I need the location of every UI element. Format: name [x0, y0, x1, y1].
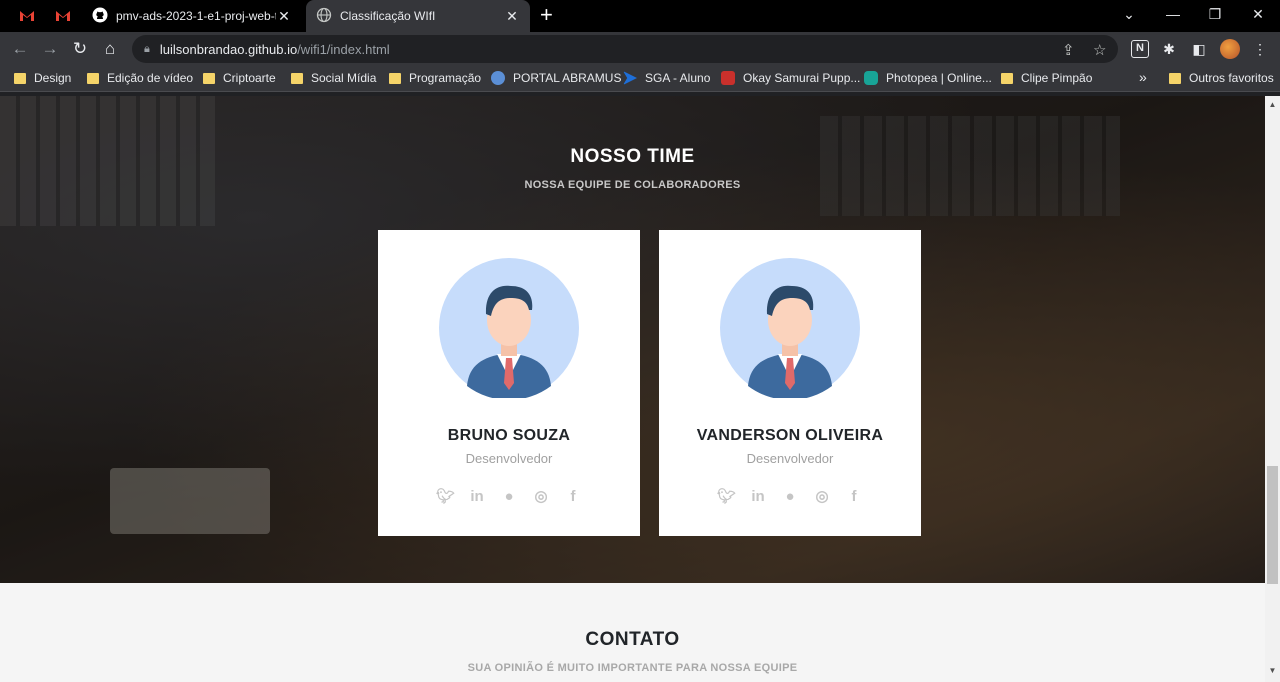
- folder-icon: [1169, 72, 1181, 84]
- team-card: VANDERSON OLIVEIRA Desenvolvedor 🐦︎ in ●…: [659, 230, 921, 536]
- bookmark-label: SGA - Aluno: [645, 71, 711, 85]
- tab-active[interactable]: Classificação WIfI ✕: [306, 0, 530, 32]
- gmail-icon[interactable]: [54, 7, 72, 25]
- overflow-chevron-icon: »: [1139, 69, 1147, 85]
- sga-icon: [623, 71, 637, 85]
- github-icon: [92, 7, 108, 26]
- instagram-icon[interactable]: ◎: [813, 488, 831, 506]
- team-subtitle: NOSSA EQUIPE DE COLABORADORES: [524, 179, 741, 191]
- reload-icon[interactable]: ↻: [68, 37, 92, 61]
- folder-icon: [14, 72, 26, 84]
- globe-icon: [316, 7, 332, 26]
- new-tab-button[interactable]: +: [540, 4, 553, 26]
- github-icon[interactable]: ●: [781, 488, 799, 506]
- photopea-icon: [864, 71, 878, 85]
- folder-icon: [1001, 72, 1013, 84]
- tab-title: Classificação WIfI: [340, 9, 436, 23]
- member-role: Desenvolvedor: [465, 451, 553, 466]
- bookmark-label: Design: [34, 71, 72, 85]
- member-name: VANDERSON OLIVEIRA: [696, 427, 884, 444]
- bookmark-clipe-pimpao[interactable]: Clipe Pimpão: [1001, 71, 1092, 85]
- bookmark-label: Social Mídia: [311, 71, 377, 85]
- bookmark-okay-samurai[interactable]: Okay Samurai Pupp...: [721, 71, 860, 85]
- team-section: NOSSO TIME NOSSA EQUIPE DE COLABORADORES…: [0, 96, 1265, 583]
- profile-avatar[interactable]: [1220, 39, 1240, 59]
- folder-icon: [203, 72, 215, 84]
- social-links: 🐦︎ in ● ◎ f: [659, 488, 921, 506]
- facebook-icon[interactable]: f: [564, 488, 582, 506]
- scroll-up-icon[interactable]: ▲: [1265, 100, 1280, 109]
- bookmark-sga-aluno[interactable]: SGA - Aluno: [623, 71, 710, 85]
- home-icon[interactable]: ⌂: [98, 37, 122, 61]
- team-card: BRUNO SOUZA Desenvolvedor 🐦︎ in ● ◎ f: [378, 230, 640, 536]
- bookmark-social-midia[interactable]: Social Mídia: [291, 71, 376, 85]
- tab-strip: pmv-ads-2023-1-e1-proj-web-t1 ✕ Classifi…: [0, 0, 1280, 32]
- restore-button[interactable]: ❐: [1200, 6, 1230, 23]
- avatar: [439, 258, 579, 398]
- bookmark-label: Criptoarte: [223, 71, 276, 85]
- page-viewport: NOSSO TIME NOSSA EQUIPE DE COLABORADORES…: [0, 96, 1265, 682]
- bookmark-label: Outros favoritos: [1189, 71, 1274, 85]
- tab-github[interactable]: pmv-ads-2023-1-e1-proj-web-t1 ✕: [82, 0, 302, 32]
- share-icon[interactable]: ⇪: [1062, 41, 1075, 59]
- bookmark-label: Photopea | Online...: [886, 71, 992, 85]
- linkedin-icon[interactable]: in: [468, 488, 486, 506]
- bookmark-photopea[interactable]: Photopea | Online...: [864, 71, 992, 85]
- twitter-icon[interactable]: 🐦︎: [717, 488, 736, 506]
- bookmark-label: Edição de vídeo: [107, 71, 194, 85]
- avatar: [720, 258, 860, 398]
- folder-icon: [389, 72, 401, 84]
- bookmark-edicao-video[interactable]: Edição de vídeo: [87, 71, 193, 85]
- member-name: BRUNO SOUZA: [447, 427, 571, 444]
- contact-title: CONTATO: [585, 629, 680, 650]
- facebook-icon[interactable]: f: [845, 488, 863, 506]
- bookmark-design[interactable]: Design: [14, 71, 71, 85]
- instagram-icon[interactable]: ◎: [532, 488, 550, 506]
- folder-icon: [87, 72, 99, 84]
- bookmark-criptoarte[interactable]: Criptoarte: [203, 71, 276, 85]
- close-window-button[interactable]: ✕: [1243, 6, 1273, 23]
- bookmark-outros-favoritos[interactable]: Outros favoritos: [1169, 71, 1274, 85]
- minimize-button[interactable]: —: [1158, 6, 1188, 22]
- bookmark-portal-abramus[interactable]: PORTAL ABRAMUS: [491, 71, 621, 85]
- bookmark-label: PORTAL ABRAMUS: [513, 71, 622, 85]
- tab-title: pmv-ads-2023-1-e1-proj-web-t1: [116, 9, 276, 23]
- scrollbar-thumb[interactable]: [1267, 466, 1278, 584]
- gmail-icon[interactable]: [18, 7, 36, 25]
- bookmark-programacao[interactable]: Programação: [389, 71, 481, 85]
- bookmarks-bar: Design Edição de vídeo Criptoarte Social…: [0, 66, 1280, 92]
- scroll-down-icon[interactable]: ▼: [1265, 666, 1280, 675]
- url-path: /wifi1/index.html: [297, 41, 390, 57]
- github-icon[interactable]: ●: [500, 488, 518, 506]
- contact-subtitle: SUA OPINIÃO É MUITO IMPORTANTE PARA NOSS…: [467, 662, 798, 674]
- member-role: Desenvolvedor: [746, 451, 834, 466]
- browser-toolbar: ← → ↻ ⌂ 🔒︎ luilsonbrandao.github.io/wifi…: [0, 32, 1280, 66]
- side-panel-icon[interactable]: ◧: [1190, 40, 1208, 58]
- okay-samurai-icon: [721, 71, 735, 85]
- bookmark-label: Programação: [409, 71, 482, 85]
- abramus-icon: [491, 71, 505, 85]
- menu-icon[interactable]: ⋮: [1251, 40, 1269, 58]
- folder-icon: [291, 72, 303, 84]
- social-links: 🐦︎ in ● ◎ f: [378, 488, 640, 506]
- back-icon[interactable]: ←: [8, 37, 32, 61]
- twitter-icon[interactable]: 🐦︎: [436, 488, 455, 506]
- address-bar[interactable]: 🔒︎ luilsonbrandao.github.io/wifi1/index.…: [132, 35, 1118, 63]
- bookmarks-overflow[interactable]: »: [1139, 69, 1147, 85]
- forward-icon[interactable]: →: [38, 37, 62, 61]
- close-icon[interactable]: ✕: [504, 8, 520, 25]
- linkedin-icon[interactable]: in: [749, 488, 767, 506]
- bookmark-label: Clipe Pimpão: [1021, 71, 1093, 85]
- close-icon[interactable]: ✕: [276, 8, 292, 25]
- page-scrollbar[interactable]: ▲ ▼: [1265, 96, 1280, 682]
- bookmark-label: Okay Samurai Pupp...: [743, 71, 861, 85]
- url-host: luilsonbrandao.github.io: [159, 41, 298, 57]
- bookmark-star-icon[interactable]: ☆: [1093, 41, 1106, 59]
- team-title: NOSSO TIME: [570, 146, 695, 167]
- notion-extension-icon[interactable]: N: [1131, 40, 1149, 58]
- lock-icon[interactable]: 🔒︎: [144, 43, 150, 56]
- extensions-icon[interactable]: ✱: [1160, 40, 1178, 58]
- tab-search-icon[interactable]: ⌄: [1114, 6, 1144, 23]
